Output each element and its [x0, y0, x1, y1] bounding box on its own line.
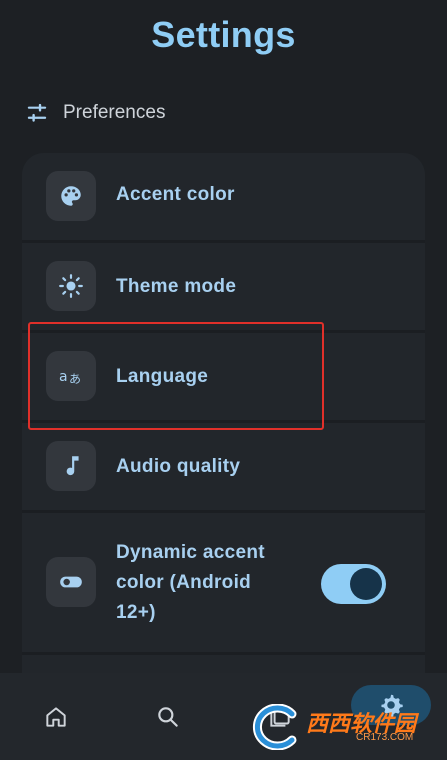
nav-search[interactable] [138, 673, 198, 760]
settings-item-label: Theme mode [116, 276, 237, 297]
svg-text:あ: あ [69, 372, 81, 386]
nav-home[interactable] [26, 673, 86, 760]
settings-item-language[interactable]: a あ Language [22, 330, 425, 420]
watermark-subtext: CR173.COM [356, 732, 414, 743]
translate-icon: a あ [59, 369, 81, 386]
settings-item-dynamic-accent[interactable]: Dynamic accent color (Android 12+) [22, 510, 425, 652]
settings-item-accent-color[interactable]: Accent color [22, 153, 425, 240]
settings-item-label: Accent color [116, 184, 235, 205]
watermark-logo: 西西软件园 CR173.COM [250, 700, 445, 755]
section-header-preferences: Preferences [26, 100, 165, 126]
palette-icon [61, 186, 81, 206]
preferences-card: Accent color Theme mode a あ Language Aud… [22, 153, 425, 713]
search-icon [158, 706, 178, 727]
sliders-icon [27, 103, 47, 122]
home-icon [46, 706, 66, 727]
settings-item-label: Language [116, 366, 209, 387]
svg-text:a: a [59, 369, 68, 385]
dynamic-accent-toggle[interactable] [321, 564, 386, 604]
toggle-knob [350, 568, 382, 600]
settings-item-audio-quality[interactable]: Audio quality [22, 420, 425, 510]
settings-item-label: Dynamic accent color (Android 12+) [116, 542, 265, 623]
sun-icon [59, 274, 83, 298]
section-label: Preferences [63, 102, 166, 123]
settings-item-theme-mode[interactable]: Theme mode [22, 240, 425, 330]
music-note-icon [66, 456, 79, 476]
page-title: Settings [151, 14, 296, 55]
toggle-icon [60, 576, 82, 588]
watermark-c-icon [252, 704, 297, 750]
settings-item-label: Audio quality [116, 456, 241, 477]
